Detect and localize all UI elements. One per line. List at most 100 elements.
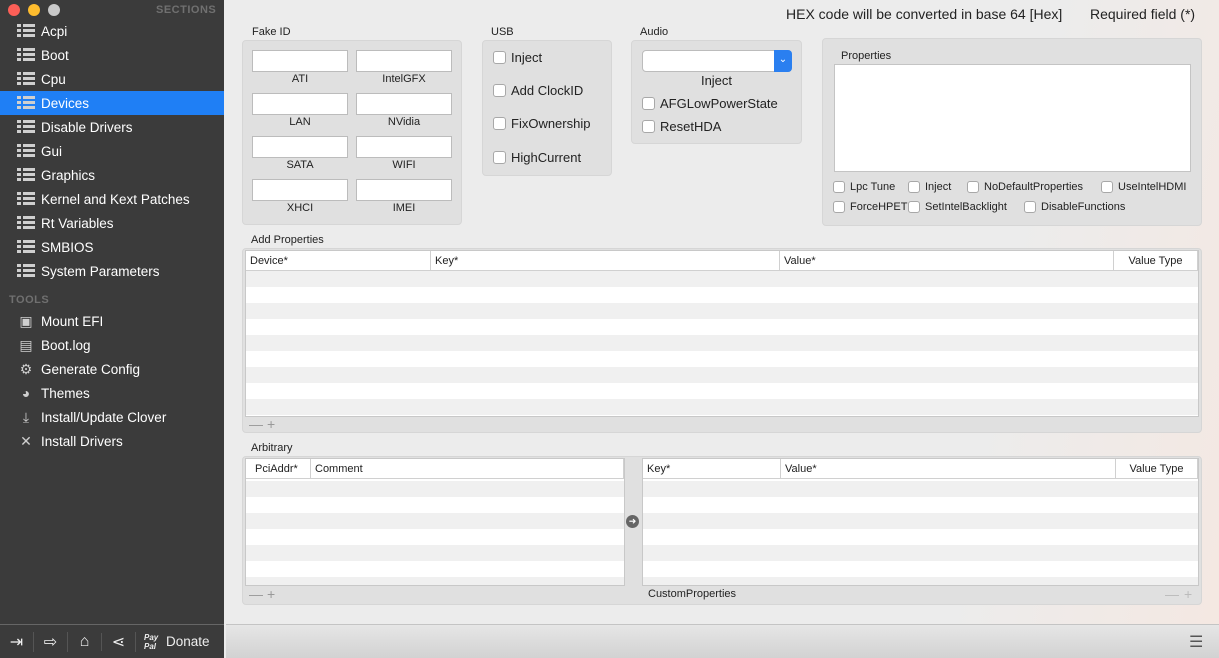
column-header-value-type[interactable]: Value Type: [1116, 459, 1198, 479]
checkbox-box[interactable]: [642, 97, 655, 110]
tool-item-label: Install/Update Clover: [41, 409, 167, 425]
menu-icon[interactable]: ☰: [1189, 632, 1203, 652]
export-icon[interactable]: ⇨: [34, 631, 68, 652]
column-header-key-[interactable]: Key*: [643, 459, 781, 479]
column-header-key-[interactable]: Key*: [431, 251, 780, 271]
audio-title: Audio: [640, 26, 669, 38]
sidebar-item-devices[interactable]: Devices: [0, 91, 224, 115]
log-icon: ▤: [19, 337, 33, 353]
fake-id-xhci-input[interactable]: [252, 179, 348, 201]
tool-item-install-drivers[interactable]: ✕ Install Drivers: [0, 429, 224, 453]
properties-textarea[interactable]: [834, 64, 1191, 172]
checkbox-label: UseIntelHDMI: [1118, 181, 1187, 193]
checkbox-add-clockid[interactable]: Add ClockID: [493, 83, 583, 98]
fake-id-sata-input[interactable]: [252, 136, 348, 158]
checkbox-fixownership[interactable]: FixOwnership: [493, 116, 590, 131]
tool-item-generate-config[interactable]: ⚙ Generate Config: [0, 357, 224, 381]
tool-item-mount-efi[interactable]: ▣ Mount EFI: [0, 309, 224, 333]
sidebar-item-acpi[interactable]: Acpi: [0, 19, 224, 43]
fake-id-sata-label: SATA: [286, 159, 314, 171]
add-arbitrary-button[interactable]: +: [267, 586, 275, 602]
column-header-device-[interactable]: Device*: [246, 251, 431, 271]
sidebar-item-disable-drivers[interactable]: Disable Drivers: [0, 115, 224, 139]
checkbox-box[interactable]: [908, 201, 920, 213]
column-header-comment[interactable]: Comment: [311, 459, 624, 479]
fake-id-intelgfx-input[interactable]: [356, 50, 452, 72]
checkbox-box[interactable]: [833, 201, 845, 213]
home-icon[interactable]: ⌂: [68, 632, 102, 651]
checkbox-box[interactable]: [967, 181, 979, 193]
add-properties-table[interactable]: Device* Key* Value* Value Type: [245, 250, 1199, 417]
fake-id-ati-input[interactable]: [252, 50, 348, 72]
close-button[interactable]: [8, 4, 20, 16]
sidebar: SECTIONS Acpi Boot Cpu Devices Disable Drive…: [0, 0, 224, 658]
tools-header: TOOLS: [9, 294, 50, 306]
list-icon: [17, 119, 35, 135]
checkbox-lpc-tune[interactable]: Lpc Tune: [833, 181, 895, 193]
fake-id-wifi-input[interactable]: [356, 136, 452, 158]
checkbox-box[interactable]: [493, 84, 506, 97]
tool-item-boot-log[interactable]: ▤ Boot.log: [0, 333, 224, 357]
add-property-button[interactable]: +: [267, 416, 275, 432]
checkbox-box[interactable]: [493, 151, 506, 164]
arbitrary-properties-table[interactable]: Key* Value* Value Type: [642, 458, 1199, 586]
remove-arbitrary-button[interactable]: —: [249, 586, 263, 602]
checkbox-box[interactable]: [493, 51, 506, 64]
checkbox-box[interactable]: [908, 181, 920, 193]
checkbox-label: HighCurrent: [511, 150, 582, 165]
checkbox-box[interactable]: [493, 117, 506, 130]
share-icon[interactable]: ⋖: [102, 631, 136, 652]
sidebar-item-kernel-and-kext-patches[interactable]: Kernel and Kext Patches: [0, 187, 224, 211]
sidebar-item-graphics[interactable]: Graphics: [0, 163, 224, 187]
checkbox-afglowpowerstate[interactable]: AFGLowPowerState: [642, 96, 778, 111]
add-custom-button[interactable]: +: [1184, 586, 1192, 602]
checkbox-forcehpet[interactable]: ForceHPET: [833, 201, 907, 213]
arrow-right-icon[interactable]: ➜: [626, 515, 639, 528]
import-icon[interactable]: ⇥: [0, 631, 34, 652]
checkbox-nodefaultproperties[interactable]: NoDefaultProperties: [967, 181, 1083, 193]
checkbox-box[interactable]: [642, 120, 655, 133]
sidebar-item-rt-variables[interactable]: Rt Variables: [0, 211, 224, 235]
column-header-pciaddr-[interactable]: PciAddr*: [246, 459, 311, 479]
checkbox-label: ForceHPET: [850, 201, 908, 213]
checkbox-box[interactable]: [833, 181, 845, 193]
checkbox-inject[interactable]: Inject: [493, 50, 542, 65]
minimize-button[interactable]: [28, 4, 40, 16]
arbitrary-device-table[interactable]: PciAddr* Comment: [245, 458, 625, 586]
sidebar-item-cpu[interactable]: Cpu: [0, 67, 224, 91]
sidebar-item-boot[interactable]: Boot: [0, 43, 224, 67]
sidebar-item-gui[interactable]: Gui: [0, 139, 224, 163]
remove-custom-button[interactable]: —: [1165, 586, 1179, 602]
arbitrary-title: Arbitrary: [251, 442, 293, 454]
tool-item-install-update-clover[interactable]: ⤓ Install/Update Clover: [0, 405, 224, 429]
zoom-button[interactable]: [48, 4, 60, 16]
checkbox-inject[interactable]: Inject: [908, 181, 951, 193]
remove-property-button[interactable]: —: [249, 416, 263, 432]
fake-id-nvidia-input[interactable]: [356, 93, 452, 115]
hex-note: HEX code will be converted in base 64 [H…: [786, 6, 1063, 22]
sidebar-item-label: Disable Drivers: [41, 119, 133, 135]
fake-id-imei-input[interactable]: [356, 179, 452, 201]
checkbox-box[interactable]: [1024, 201, 1036, 213]
sidebar-item-label: Rt Variables: [41, 215, 114, 231]
checkbox-disablefunctions[interactable]: DisableFunctions: [1024, 201, 1125, 213]
checkbox-highcurrent[interactable]: HighCurrent: [493, 150, 581, 165]
sidebar-item-smbios[interactable]: SMBIOS: [0, 235, 224, 259]
list-icon: [17, 71, 35, 87]
audio-inject-select[interactable]: ⌄: [642, 50, 792, 72]
column-header-value-[interactable]: Value*: [781, 459, 1116, 479]
donate-button[interactable]: Pay Pal Donate: [144, 633, 210, 651]
column-header-value-[interactable]: Value*: [780, 251, 1114, 271]
sidebar-item-system-parameters[interactable]: System Parameters: [0, 259, 224, 283]
tool-item-themes[interactable]: ◕ Themes: [0, 381, 224, 405]
checkbox-setintelbacklight[interactable]: SetIntelBacklight: [908, 201, 1007, 213]
checkbox-resethda[interactable]: ResetHDA: [642, 119, 721, 134]
checkbox-box[interactable]: [1101, 181, 1113, 193]
fake-id-lan-input[interactable]: [252, 93, 348, 115]
usb-title: USB: [491, 26, 514, 38]
required-note: Required field (*): [1090, 6, 1196, 22]
column-header-value-type[interactable]: Value Type: [1114, 251, 1198, 271]
sidebar-footer: ⇥ ⇨ ⌂ ⋖ Pay Pal Donate: [0, 624, 224, 658]
checkbox-useintelhdmi[interactable]: UseIntelHDMI: [1101, 181, 1186, 193]
donate-label: Donate: [166, 634, 210, 649]
